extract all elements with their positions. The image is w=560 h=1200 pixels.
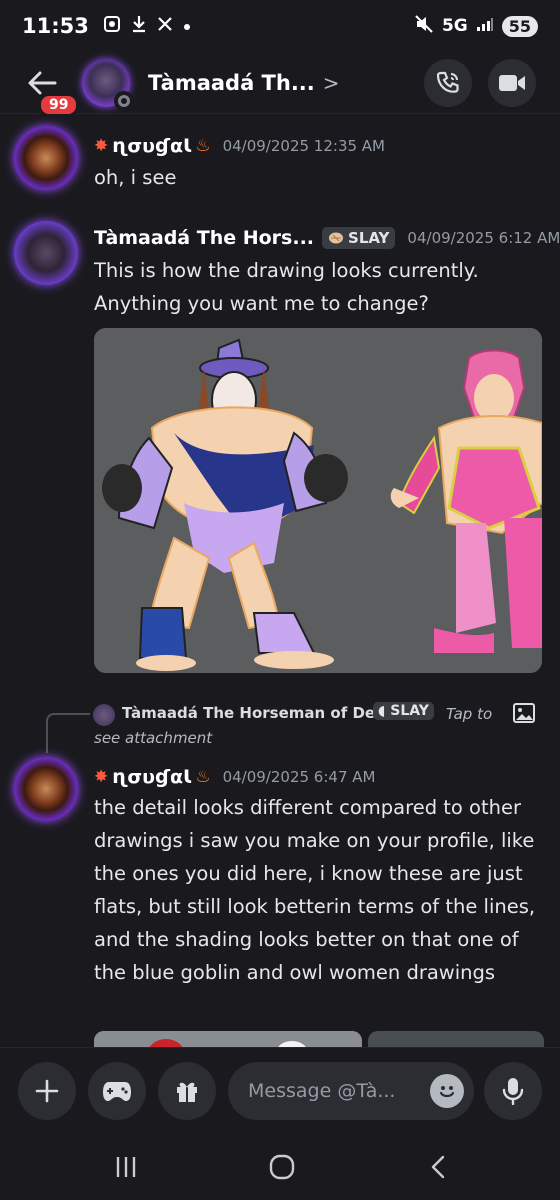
network-type: 5G <box>441 16 468 36</box>
reply-see-attachment[interactable]: see attachment <box>94 729 212 747</box>
video-camera-icon <box>499 75 525 91</box>
message-input[interactable] <box>248 1080 418 1102</box>
status-right: 5G 55 <box>414 14 538 38</box>
gamepad-icon <box>103 1082 131 1101</box>
gift-button[interactable] <box>158 1062 216 1120</box>
download-icon <box>131 15 147 38</box>
header-avatar[interactable] <box>82 58 134 111</box>
image-preview[interactable] <box>94 1031 362 1047</box>
avatar[interactable] <box>14 221 78 285</box>
message-text: the detail looks different compared to o… <box>94 796 536 984</box>
reply-avatar[interactable] <box>93 704 115 726</box>
author-name[interactable]: Tàmaadá The Hors... <box>94 227 314 249</box>
shell-icon: ◖ <box>378 703 386 719</box>
status-time: 11:53 <box>22 14 89 38</box>
message-composer <box>0 1047 560 1133</box>
screenshot-icon <box>103 15 121 38</box>
timestamp: 04/09/2025 6:47 AM <box>222 768 376 786</box>
reply-server-tag[interactable]: ◖ SLAY <box>373 702 434 720</box>
image-preview[interactable] <box>368 1031 544 1047</box>
server-tag-label: SLAY <box>348 229 390 247</box>
notification-icons <box>103 15 191 38</box>
voice-call-button[interactable] <box>424 59 472 107</box>
message-input-container[interactable] <box>228 1062 474 1120</box>
timestamp: 04/09/2025 12:35 AM <box>222 137 385 155</box>
gift-icon <box>177 1082 197 1102</box>
fire-emoji-icon: ♨ <box>195 136 211 156</box>
smiley-icon <box>439 1086 455 1098</box>
drawing-thumbnail <box>94 1031 362 1047</box>
reply-tap-text[interactable]: Tap to <box>446 705 492 723</box>
mute-icon <box>414 14 434 38</box>
shell-icon <box>329 232 344 244</box>
x-app-icon <box>157 16 173 37</box>
reply-server-tag-label: SLAY <box>390 703 429 719</box>
unread-badge: 99 <box>38 92 80 117</box>
recent-apps-button[interactable] <box>106 1151 146 1183</box>
dm-header: 99 Tàmaadá Th... > <box>0 52 560 117</box>
emoji-button[interactable] <box>430 1074 464 1108</box>
status-bar: 11:53 5G 55 <box>0 0 560 52</box>
image-attachment[interactable] <box>94 328 542 673</box>
home-button[interactable] <box>262 1151 302 1183</box>
message-text: oh, i see <box>94 166 177 189</box>
plus-icon <box>35 1079 59 1103</box>
author-name[interactable]: ɳσυɠαƖ <box>112 766 191 788</box>
message-header: Tàmaadá The Hors... SLAY 04/09/2025 6:12… <box>94 227 560 249</box>
voice-message-button[interactable] <box>484 1062 542 1120</box>
phone-call-icon <box>436 71 459 93</box>
chevron-right-icon[interactable]: > <box>323 71 340 95</box>
activities-button[interactable] <box>88 1062 146 1120</box>
arrow-left-icon <box>28 71 57 94</box>
server-tag[interactable]: SLAY <box>322 227 396 249</box>
system-back-button[interactable] <box>418 1151 458 1183</box>
reply-connector <box>46 713 90 753</box>
chevron-left-icon <box>431 1155 445 1179</box>
battery-indicator: 55 <box>501 15 538 37</box>
collision-emoji-icon: ✸ <box>94 767 109 787</box>
drawing-image <box>94 328 542 673</box>
message-header: ✸ ɳσυɠαƖ ♨ 04/09/2025 6:47 AM <box>94 766 375 788</box>
recent-apps-icon <box>116 1157 136 1177</box>
collision-emoji-icon: ✸ <box>94 136 109 156</box>
channel-title[interactable]: Tàmaadá Th... <box>148 71 315 95</box>
home-circle-icon <box>269 1154 295 1180</box>
avatar[interactable] <box>14 757 78 821</box>
message-list[interactable]: ✸ ɳσυɠαƖ ♨ 04/09/2025 12:35 AM oh, i see… <box>0 115 560 1047</box>
author-name[interactable]: ɳσυɠαƖ <box>112 135 191 157</box>
image-icon <box>513 703 535 723</box>
reply-author[interactable]: Tàmaadá The Horseman of Death <box>122 704 403 722</box>
add-attachment-button[interactable] <box>18 1062 76 1120</box>
avatar[interactable] <box>14 126 78 190</box>
timestamp: 04/09/2025 6:12 AM <box>407 229 560 247</box>
dot-icon <box>183 16 191 36</box>
system-navigation-bar <box>0 1133 560 1200</box>
video-call-button[interactable] <box>488 59 536 107</box>
fire-emoji-icon: ♨ <box>195 767 211 787</box>
back-button[interactable]: 99 <box>22 63 80 117</box>
signal-icon <box>476 16 494 37</box>
microphone-icon <box>502 1078 524 1105</box>
message-text: This is how the drawing looks currently.… <box>94 259 479 315</box>
offline-status-icon <box>114 90 134 111</box>
message-header: ✸ ɳσυɠαƖ ♨ 04/09/2025 12:35 AM <box>94 135 385 157</box>
